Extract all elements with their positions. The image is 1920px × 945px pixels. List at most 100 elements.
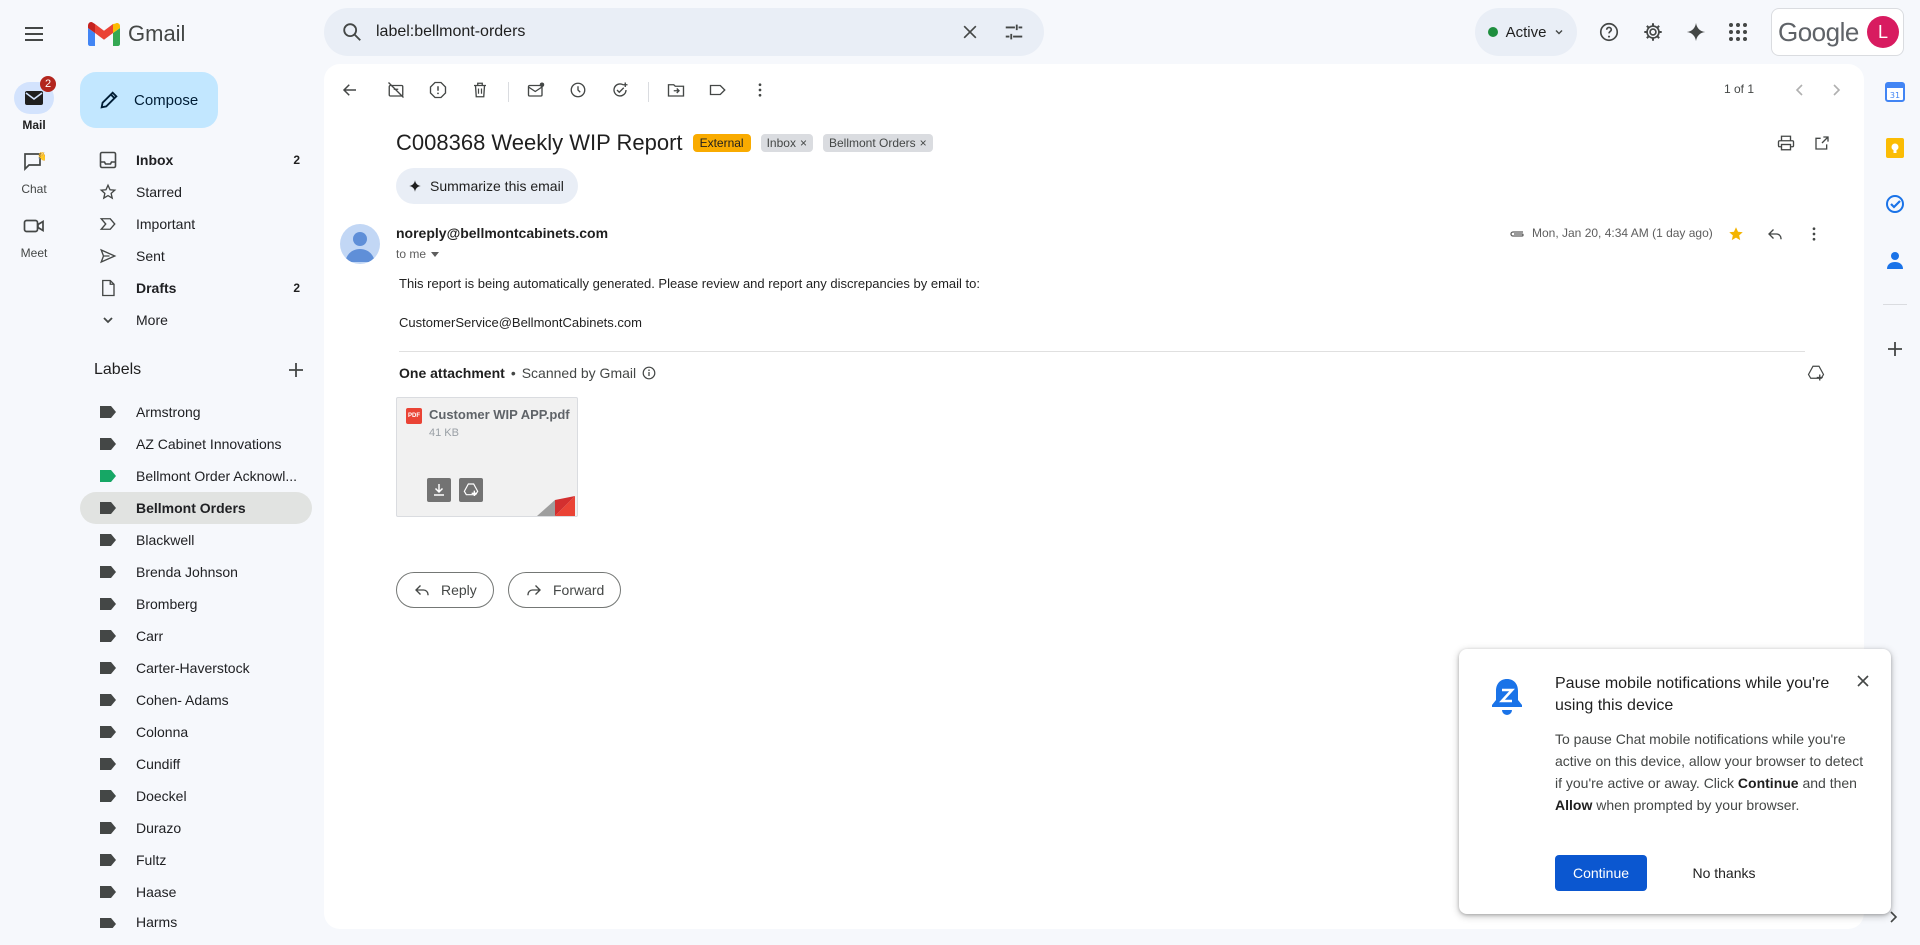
nav-drafts-label: Drafts (136, 280, 177, 296)
label-item[interactable]: Armstrong (80, 396, 312, 428)
dialog-title: Pause mobile notifications while you're … (1555, 675, 1830, 714)
star-filled-icon (1729, 227, 1743, 241)
search-options-button[interactable] (992, 10, 1036, 54)
report-spam-button[interactable] (420, 72, 456, 108)
open-new-window-button[interactable] (1804, 125, 1840, 161)
more-vert-icon (758, 83, 762, 97)
older-button[interactable] (1818, 72, 1854, 108)
body-email-address: CustomerService@BellmontCabinets.com (399, 315, 642, 330)
tasks-app-button[interactable] (1877, 186, 1913, 222)
keep-app-button[interactable] (1877, 130, 1913, 166)
reply-icon-button[interactable] (1757, 216, 1793, 252)
label-item[interactable]: Doeckel (80, 780, 312, 812)
label-item[interactable]: Colonna (80, 716, 312, 748)
create-label-button[interactable] (288, 362, 304, 378)
nav-sent[interactable]: Sent (80, 240, 312, 272)
google-wordmark: Google (1778, 16, 1859, 47)
label-item[interactable]: AZ Cabinet Innovations (80, 428, 312, 460)
label-item[interactable]: Durazo (80, 812, 312, 844)
label-tag-icon (98, 818, 118, 838)
chevron-right-icon (1890, 911, 1898, 923)
download-attachment-button[interactable] (427, 478, 451, 502)
google-account-button[interactable]: Google L (1771, 8, 1904, 56)
continue-button[interactable]: Continue (1555, 855, 1647, 891)
nav-inbox[interactable]: Inbox 2 (80, 144, 312, 176)
gemini-button[interactable] (1676, 12, 1716, 52)
remove-label-icon[interactable]: × (800, 136, 807, 150)
label-item[interactable]: Cohen- Adams (80, 684, 312, 716)
label-name: Bellmont Order Acknowl... (136, 468, 298, 484)
no-thanks-button[interactable]: No thanks (1669, 855, 1779, 891)
nav-more[interactable]: More (80, 304, 312, 336)
label-name: Armstrong (136, 404, 201, 420)
more-actions-button[interactable] (742, 72, 778, 108)
label-item[interactable]: Harms (80, 908, 312, 928)
label-item[interactable]: Brenda Johnson (80, 556, 312, 588)
clear-search-button[interactable] (948, 10, 992, 54)
gmail-logo[interactable]: Gmail (88, 16, 185, 52)
message-more-button[interactable] (1796, 216, 1832, 252)
mark-unread-icon (527, 82, 545, 97)
back-button[interactable] (332, 72, 368, 108)
search-input[interactable] (376, 12, 948, 52)
reply-button[interactable]: Reply (396, 572, 494, 608)
status-selector[interactable]: Active (1475, 8, 1577, 56)
label-name: Colonna (136, 724, 189, 740)
avatar: L (1867, 16, 1899, 48)
nav-drafts[interactable]: Drafts 2 (80, 272, 312, 304)
sender-email[interactable]: noreply@bellmontcabinets.com (396, 225, 608, 241)
recipient-details[interactable]: to me (396, 247, 440, 261)
label-item[interactable]: Fultz (80, 844, 312, 876)
label-item[interactable]: Carter-Haverstock (80, 652, 312, 684)
label-item[interactable]: Bellmont Order Acknowl... (80, 460, 312, 492)
label-item[interactable]: Carr (80, 620, 312, 652)
forward-button[interactable]: Forward (508, 572, 622, 608)
support-button[interactable] (1589, 12, 1629, 52)
labels-button[interactable] (700, 72, 736, 108)
search-button[interactable] (328, 8, 376, 56)
tasks-icon (1886, 195, 1904, 213)
label-item-selected[interactable]: Bellmont Orders (80, 492, 312, 524)
pdf-icon: PDF (406, 408, 422, 424)
print-button[interactable] (1768, 125, 1804, 161)
compose-button[interactable]: Compose (80, 72, 218, 128)
archive-button[interactable] (378, 72, 414, 108)
attachment-card[interactable]: PDF Customer WIP APP.pdf 41 KB (396, 397, 578, 517)
summarize-button[interactable]: Summarize this email (396, 168, 578, 204)
get-addons-button[interactable] (1877, 331, 1913, 367)
rail-chat[interactable]: 👋 Chat (8, 146, 60, 196)
info-icon (642, 366, 656, 380)
add-all-to-drive-button[interactable] (1798, 355, 1834, 391)
snooze-button[interactable] (560, 72, 596, 108)
star-button[interactable] (1718, 216, 1754, 252)
rail-meet[interactable]: Meet (8, 210, 60, 260)
google-apps-button[interactable] (1718, 12, 1758, 52)
mark-unread-button[interactable] (518, 72, 554, 108)
label-tag-icon (98, 882, 118, 902)
remove-label-icon[interactable]: × (920, 136, 927, 150)
nav-important[interactable]: Important (80, 208, 312, 240)
label-item[interactable]: Cundiff (80, 748, 312, 780)
pencil-icon (100, 91, 118, 109)
label-item[interactable]: Haase (80, 876, 312, 908)
settings-button[interactable] (1633, 12, 1673, 52)
search-bar[interactable] (324, 8, 1044, 56)
label-item[interactable]: Bromberg (80, 588, 312, 620)
delete-button[interactable] (462, 72, 498, 108)
calendar-app-button[interactable]: 31 (1877, 74, 1913, 110)
newer-button[interactable] (1782, 72, 1818, 108)
attachments-title: One attachment (399, 365, 505, 381)
more-vert-icon (1812, 227, 1816, 241)
contacts-app-button[interactable] (1877, 242, 1913, 278)
trash-icon (474, 82, 486, 98)
main-menu-button[interactable] (16, 16, 52, 52)
move-to-button[interactable] (658, 72, 694, 108)
save-to-drive-button[interactable] (459, 478, 483, 502)
clock-icon (570, 82, 586, 98)
nav-starred[interactable]: Starred (80, 176, 312, 208)
add-to-tasks-button[interactable] (602, 72, 638, 108)
label-name: Fultz (136, 852, 167, 868)
rail-mail[interactable]: 2 Mail (8, 76, 60, 132)
dialog-close-button[interactable] (1851, 669, 1875, 693)
label-item[interactable]: Blackwell (80, 524, 312, 556)
